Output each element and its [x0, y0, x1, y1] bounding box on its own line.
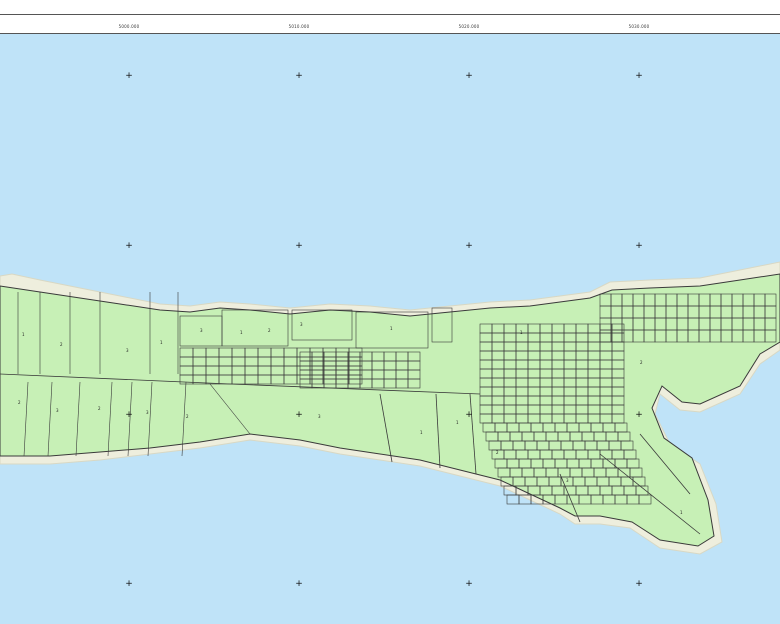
graticule-cross: + — [465, 241, 473, 251]
graticule-cross: + — [125, 579, 133, 589]
graticule-cross: + — [125, 241, 133, 251]
coordinate-label: 5020.000 — [458, 24, 480, 29]
cadastral-map[interactable]: 123123 23213131231213 21 + + + ++ + + ++ + + ++ + + + — [0, 34, 780, 624]
graticule-cross: + — [295, 579, 303, 589]
graticule-cross: + — [125, 410, 133, 420]
graticule-cross: + — [295, 241, 303, 251]
coordinate-label: 5030.000 — [628, 24, 650, 29]
graticule-cross: + — [635, 241, 643, 251]
graticule-cross: + — [295, 410, 303, 420]
coordinate-label: 5010.000 — [288, 24, 310, 29]
coordinate-band: 5000.000 5010.000 5020.000 5030.000 — [0, 15, 780, 34]
graticule-cross: + — [465, 579, 473, 589]
graticule-cross: + — [465, 410, 473, 420]
map-frame: 5000.000 5010.000 5020.000 5030.000 1231… — [0, 14, 780, 624]
graticule-cross: + — [125, 71, 133, 81]
graticule-cross: + — [635, 71, 643, 81]
graticule-cross: + — [635, 579, 643, 589]
graticule-cross: + — [295, 71, 303, 81]
graticule-cross: + — [465, 71, 473, 81]
graticule-cross: + — [635, 410, 643, 420]
coordinate-label: 5000.000 — [118, 24, 140, 29]
